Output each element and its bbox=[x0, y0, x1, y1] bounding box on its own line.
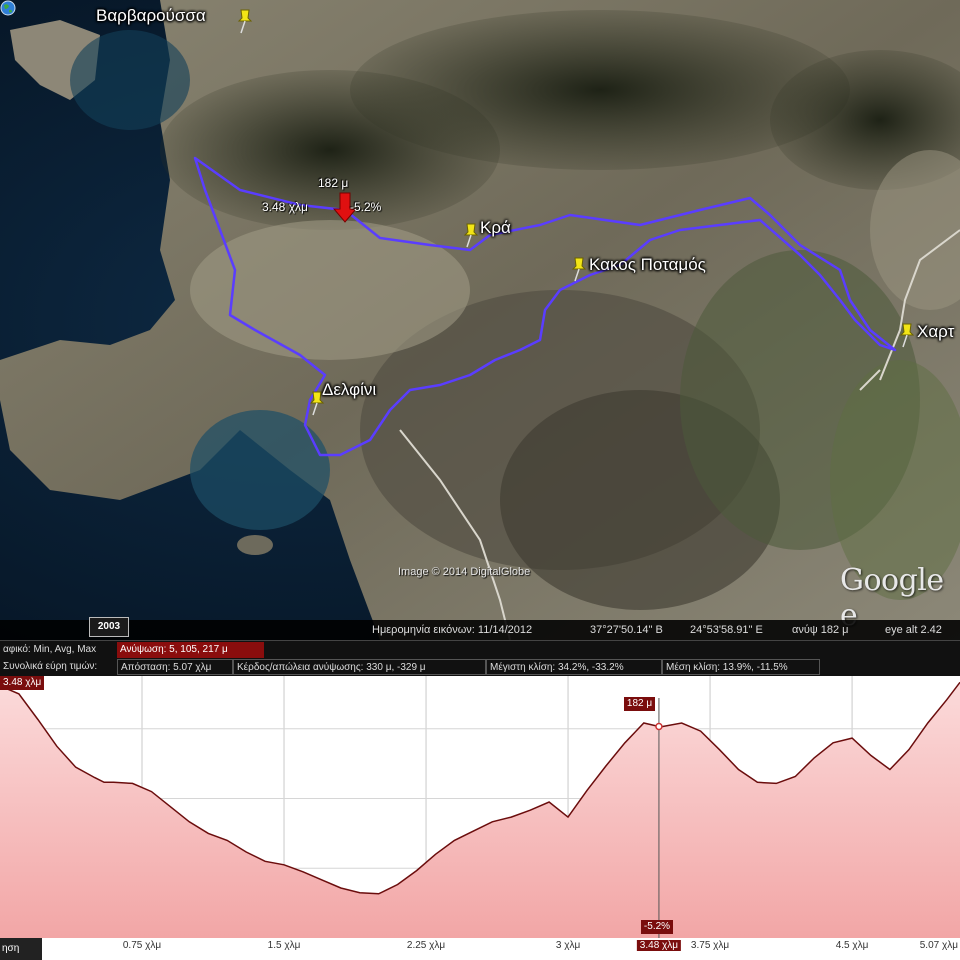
elevation-profile-stats: αφικό: Min, Avg, Max Ανύψωση: 5, 105, 21… bbox=[0, 640, 960, 677]
x-tick-label: 3.75 χλμ bbox=[690, 940, 730, 951]
elevation-profile-plot[interactable] bbox=[0, 676, 960, 960]
yellow-pushpin-icon[interactable] bbox=[897, 322, 917, 348]
position-cursor-point[interactable] bbox=[655, 722, 663, 731]
status-bar: Ημερομηνία εικόνων: 11/14/2012 37°27'50.… bbox=[0, 620, 960, 640]
place-label-delfini[interactable]: Δελφίνι bbox=[322, 380, 376, 400]
elevation-gain-loss[interactable]: Κέρδος/απώλεια ανύψωσης: 330 μ, -329 μ bbox=[233, 659, 486, 675]
totals-label: Συνολικά εύρη τιμών: bbox=[3, 661, 98, 672]
yellow-pushpin-icon[interactable] bbox=[461, 222, 481, 248]
place-label-chart[interactable]: Χαρτ bbox=[917, 322, 954, 342]
cursor-elevation-label: 182 μ bbox=[623, 697, 656, 711]
satellite-map[interactable]: Βαρβαρούσσα Κρά Κακος Ποταμός Χαρτ Δελφί… bbox=[0, 0, 960, 640]
average-slope[interactable]: Μέση κλίση: 13.9%, -11.5% bbox=[662, 659, 820, 675]
imagery-credit: Image © 2014 DigitalGlobe bbox=[398, 566, 531, 578]
elevation-readout: ανύψ 182 μ bbox=[792, 624, 849, 636]
map-tooltip-elevation: 182 μ bbox=[318, 176, 349, 190]
map-tooltip-slope: -5.2% bbox=[350, 200, 382, 214]
max-slope[interactable]: Μέγιστη κλίση: 34.2%, -33.2% bbox=[486, 659, 662, 675]
x-tick-label: 2.25 χλμ bbox=[406, 940, 446, 951]
x-tick-label: 3.48 χλμ bbox=[636, 940, 682, 951]
cursor-slope-label: -5.2% bbox=[640, 920, 674, 934]
x-tick-label: 0.75 χλμ bbox=[122, 940, 162, 951]
yellow-pushpin-icon[interactable] bbox=[235, 8, 255, 34]
x-tick-label: 1.5 χλμ bbox=[267, 940, 301, 951]
imagery-date: Ημερομηνία εικόνων: 11/14/2012 bbox=[372, 624, 533, 636]
yellow-pushpin-icon[interactable] bbox=[569, 256, 589, 282]
map-tooltip-distance: 3.48 χλμ bbox=[262, 200, 308, 214]
x-tick-label: 3 χλμ bbox=[555, 940, 581, 951]
longitude-readout: 24°53'58.91" Ε bbox=[690, 624, 763, 636]
x-tick-label: 5.07 χλμ bbox=[919, 940, 958, 951]
distance-total[interactable]: Απόσταση: 5.07 χλμ bbox=[117, 659, 233, 675]
profile-tab[interactable]: ηση bbox=[0, 938, 42, 960]
historical-imagery-year[interactable]: 2003 bbox=[89, 617, 129, 637]
elevation-profile-chart[interactable]: 0.75 χλμ 1.5 χλμ 2.25 χλμ 3 χλμ 3.48 χλμ 3.75… bbox=[0, 676, 960, 960]
x-tick-label: 4.5 χλμ bbox=[835, 940, 869, 951]
graph-label: αφικό: Min, Avg, Max bbox=[3, 644, 97, 655]
globe-icon[interactable] bbox=[0, 0, 16, 16]
eye-altitude-readout: eye alt 2.42 bbox=[885, 624, 942, 636]
place-label-varvaroussa[interactable]: Βαρβαρούσσα bbox=[96, 6, 206, 26]
latitude-readout: 37°27'50.14" Β bbox=[590, 624, 663, 636]
elevation-range[interactable]: Ανύψωση: 5, 105, 217 μ bbox=[117, 642, 264, 658]
place-label-kakos-potamos[interactable]: Κακος Ποταμός bbox=[589, 255, 706, 275]
cursor-distance-label: 3.48 χλμ bbox=[0, 676, 45, 690]
elevation-area bbox=[0, 682, 960, 938]
map-imagery bbox=[0, 0, 960, 640]
place-label-kra[interactable]: Κρά bbox=[480, 218, 511, 238]
